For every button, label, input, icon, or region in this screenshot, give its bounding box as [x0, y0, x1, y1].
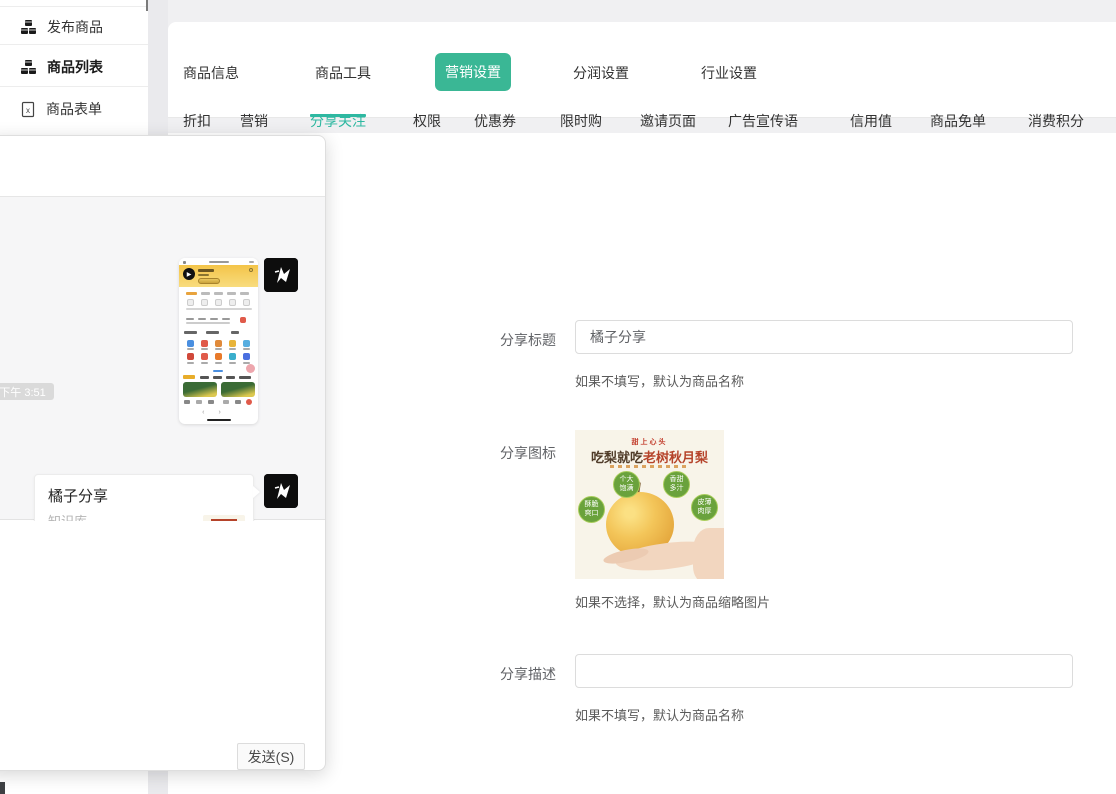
pear-subtitle-bar [610, 465, 690, 468]
divider [0, 44, 148, 45]
tab-product-info[interactable]: 商品信息 [183, 63, 239, 83]
mini-icon-grid [182, 338, 255, 368]
phone-screenshot-message[interactable]: ▶ [179, 258, 258, 424]
mini-stats-card [182, 315, 255, 327]
mini-tabs-card [182, 289, 255, 312]
mini-banner [183, 382, 217, 397]
subtab-credit-value[interactable]: 信用值 [850, 111, 892, 131]
cubes-icon [20, 19, 37, 36]
tab-marketing-settings[interactable]: 营销设置 [435, 53, 511, 91]
mini-gold-header: ▶ [179, 265, 258, 287]
subtab-free-order[interactable]: 商品免单 [930, 111, 986, 131]
contact-avatar [264, 474, 298, 508]
sidebar-item-label: 商品表单 [46, 99, 102, 119]
tab-profit-settings[interactable]: 分润设置 [573, 63, 629, 83]
svg-text:x: x [26, 106, 30, 115]
subtab-ad-slogan[interactable]: 广告宣传语 [728, 111, 798, 131]
mini-home-indicator [207, 419, 231, 421]
mini-banner [221, 382, 255, 397]
active-subtab-underline [310, 114, 366, 117]
sidebar-item-label: 商品列表 [47, 57, 103, 77]
mini-page-dots [213, 370, 223, 372]
subtab-invite-page[interactable]: 邀请页面 [640, 111, 696, 131]
badge-thin-skin: 皮薄肉厚 [691, 494, 718, 521]
document-x-icon: x [20, 101, 36, 118]
share-card-title: 橘子分享 [48, 485, 108, 506]
share-icon-hint: 如果不选择，默认为商品缩略图片 [575, 592, 770, 611]
contact-avatar [264, 258, 298, 292]
mini-avatar: ▶ [183, 268, 195, 280]
cubes-icon [20, 59, 37, 76]
chat-input-area[interactable]: 发送(S) [0, 521, 325, 770]
subtab-coupon[interactable]: 优惠券 [474, 111, 516, 131]
share-icon-label: 分享图标 [480, 443, 556, 463]
share-desc-input[interactable] [575, 654, 1073, 688]
share-desc-label: 分享描述 [480, 664, 556, 684]
subtab-consume-points[interactable]: 消费积分 [1028, 111, 1084, 131]
sidebar-item-product-form[interactable]: x 商品表单 [0, 90, 148, 128]
subtab-marketing[interactable]: 营销 [240, 111, 268, 131]
divider [0, 6, 148, 7]
share-title-hint: 如果不填写，默认为商品名称 [575, 371, 744, 390]
badge-big-full: 个大饱满 [613, 471, 640, 498]
subtab-permission[interactable]: 权限 [413, 111, 441, 131]
mini-pagination: ‹› [179, 409, 258, 416]
share-title-input[interactable] [575, 320, 1073, 354]
sidebar-item-product-list[interactable]: 商品列表 [0, 48, 148, 86]
pear-title: 吃梨就吃老树秋月梨 [575, 447, 724, 466]
chat-message-area: ▶ [0, 196, 325, 520]
mini-float-avatar [246, 364, 255, 373]
share-icon-image[interactable]: 甜上心头 吃梨就吃老树秋月梨 个大饱满 香甜多汁 酥脆爽口 皮薄肉厚 [575, 430, 724, 579]
divider [0, 86, 148, 87]
chat-bubble-arrow [253, 486, 260, 498]
tab-label: 营销设置 [445, 62, 501, 82]
mini-statusbar [179, 258, 258, 265]
pear-title-main: 老树秋月梨 [643, 450, 708, 465]
chat-timestamp: 下午 3:51 [0, 383, 54, 400]
sidebar-item-publish-product[interactable]: 发布商品 [0, 8, 148, 46]
wechat-share-preview-window: ✕ ▶ [0, 135, 326, 771]
window-edge-fragment [0, 782, 5, 794]
subtab-discount[interactable]: 折扣 [183, 111, 211, 131]
pear-tagline: 甜上心头 [575, 437, 724, 447]
send-button[interactable]: 发送(S) [237, 743, 305, 770]
badge-sweet-juicy: 香甜多汁 [663, 471, 690, 498]
sidebar-item-label: 发布商品 [47, 17, 103, 37]
tab-industry-settings[interactable]: 行业设置 [701, 63, 757, 83]
share-desc-hint: 如果不填写，默认为商品名称 [575, 705, 744, 724]
share-title-label: 分享标题 [480, 330, 556, 350]
settings-tab-bar: 商品信息 商品工具 营销设置 分润设置 行业设置 折扣 营销 分享关注 权限 优… [168, 22, 1116, 118]
tab-product-tools[interactable]: 商品工具 [315, 63, 371, 83]
badge-crispy: 酥脆爽口 [578, 496, 605, 523]
pear-title-prefix: 吃梨就吃 [591, 450, 643, 465]
subtab-flash-sale[interactable]: 限时购 [560, 111, 602, 131]
